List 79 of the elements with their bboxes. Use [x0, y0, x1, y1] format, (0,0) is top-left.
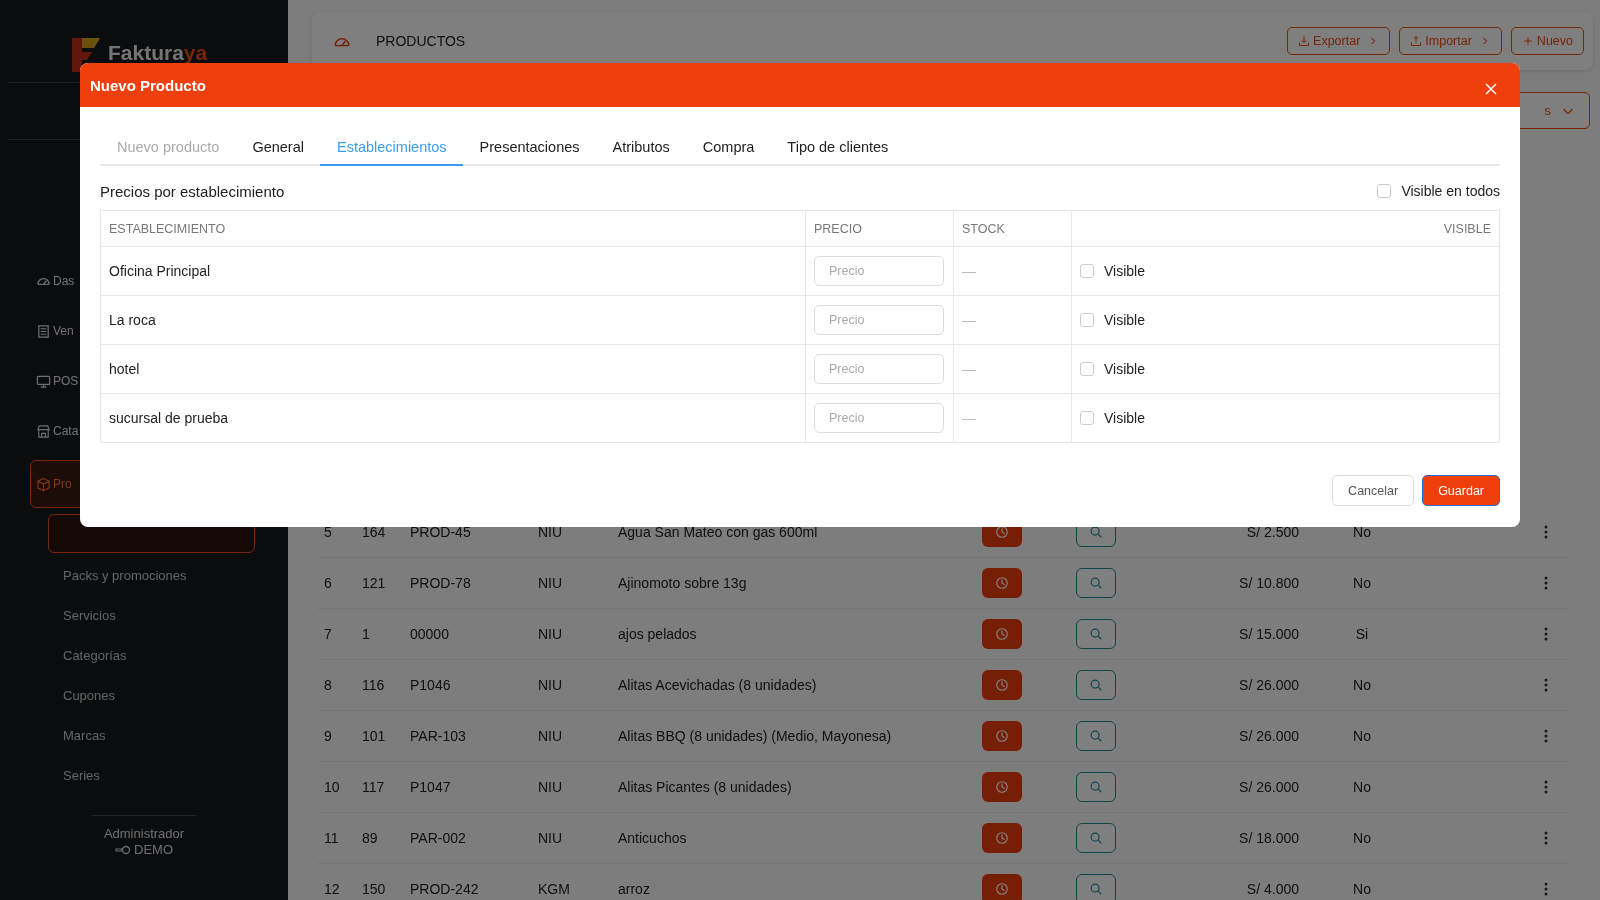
table-cell: — — [953, 296, 1071, 344]
table-cell-text: 1 — [361, 626, 371, 642]
table-cell-text: No — [1352, 779, 1372, 795]
table-cell-text: hotel — [108, 360, 141, 379]
table-cell-text: Agua San Mateo con gas 600ml — [617, 524, 819, 540]
table-cell-text: No — [1352, 524, 1372, 540]
table-cell-text: PROD-242 — [409, 881, 480, 897]
table-cell-text: NIU — [537, 830, 564, 846]
table-cell-text: 150 — [361, 881, 387, 897]
table-cell-text: Ajinomoto sobre 13g — [617, 575, 748, 591]
table-cell-text: 101 — [361, 728, 387, 744]
table-cell-text: No — [1352, 728, 1372, 744]
table-cell: — — [953, 247, 1071, 295]
table-cell-text: 121 — [361, 575, 387, 591]
table-cell-text: 8 — [323, 677, 333, 693]
table-cell-text: P1047 — [409, 779, 452, 795]
logo-text: Fakturaya — [108, 41, 208, 65]
table-cell-text: 7 — [323, 626, 333, 642]
table-cell-text: S/ 26.000 — [1238, 779, 1299, 795]
column-header: PRECIO — [805, 211, 953, 246]
table-cell-text: No — [1352, 830, 1372, 846]
user-role: DEMO — [134, 842, 173, 858]
table-cell-text: 11 — [323, 830, 340, 846]
table-cell-text: PROD-45 — [409, 524, 472, 540]
table-cell-text: ajos pelados — [617, 626, 698, 642]
table-cell-text: NIU — [537, 728, 564, 744]
modal-title: Nuevo Producto — [90, 76, 206, 94]
checkbox-label: Visible en todos — [1401, 183, 1500, 199]
table-cell-text: S/ 4.000 — [1245, 881, 1299, 897]
table-cell-text: KGM — [537, 881, 571, 897]
table-cell-text: No — [1352, 677, 1372, 693]
checkbox-label: Visible — [1104, 410, 1145, 426]
table-cell-text: 5 — [323, 524, 333, 540]
table-cell-text: Oficina Principal — [108, 262, 212, 281]
table-cell-text: P1046 — [409, 677, 452, 693]
table-cell-text: S/ 26.000 — [1238, 677, 1299, 693]
page-title: PRODUCTOS — [376, 33, 467, 49]
table-cell-text: S/ 10.800 — [1238, 575, 1299, 591]
table-cell-text: Alitas Picantes (8 unidades) — [617, 779, 793, 795]
checkbox-label: Visible — [1104, 263, 1145, 279]
table-cell-text: Anticuchos — [617, 830, 688, 846]
table-cell-text: NIU — [537, 677, 564, 693]
section-title: Precios por establecimiento — [100, 182, 285, 200]
table-cell: — — [953, 345, 1071, 393]
table-cell-text: PAR-002 — [409, 830, 467, 846]
table-cell-text: 12 — [323, 881, 341, 897]
table-cell-text: sucursal de prueba — [108, 409, 230, 428]
table-cell-text: Alitas BBQ (8 unidades) (Medio, Mayonesa) — [617, 728, 893, 744]
table-cell-text: NIU — [537, 779, 564, 795]
table-cell-text: 9 — [323, 728, 333, 744]
table-cell-text: Si — [1354, 626, 1370, 642]
table-cell-text: S/ 15.000 — [1238, 626, 1299, 642]
table-cell-text: NIU — [537, 626, 564, 642]
table-cell-text: S/ 2.500 — [1245, 524, 1299, 540]
table-cell-text: NIU — [537, 524, 564, 540]
user-name: Administrador — [102, 826, 186, 842]
table-cell-text: La roca — [108, 311, 157, 330]
table-cell-text: 117 — [361, 779, 386, 795]
checkbox-label: Visible — [1104, 312, 1145, 328]
table-cell-text: 164 — [361, 524, 387, 540]
column-header: STOCK — [953, 211, 1071, 246]
table-cell-text: PAR-103 — [409, 728, 467, 744]
column-header: VISIBLE — [1071, 211, 1499, 246]
table-cell-text: No — [1352, 881, 1372, 897]
table-cell: — — [953, 394, 1071, 442]
table-cell-text: arroz — [617, 881, 651, 897]
checkbox-label: Visible — [1104, 361, 1145, 377]
table-cell-text: S/ 26.000 — [1238, 728, 1299, 744]
table-cell-text: 10 — [323, 779, 341, 795]
table-cell-text: 6 — [323, 575, 333, 591]
table-cell-text: NIU — [537, 575, 564, 591]
table-cell-text: No — [1352, 575, 1372, 591]
table-cell-text: PROD-78 — [409, 575, 472, 591]
column-header: ESTABLECIMIENTO — [108, 220, 227, 238]
table-cell-text: 116 — [361, 677, 386, 693]
table-cell-text: S/ 18.000 — [1238, 830, 1299, 846]
table-cell-text: Alitas Acevichadas (8 unidades) — [617, 677, 818, 693]
table-cell-text: 00000 — [409, 626, 450, 642]
table-cell-text: 89 — [361, 830, 379, 846]
